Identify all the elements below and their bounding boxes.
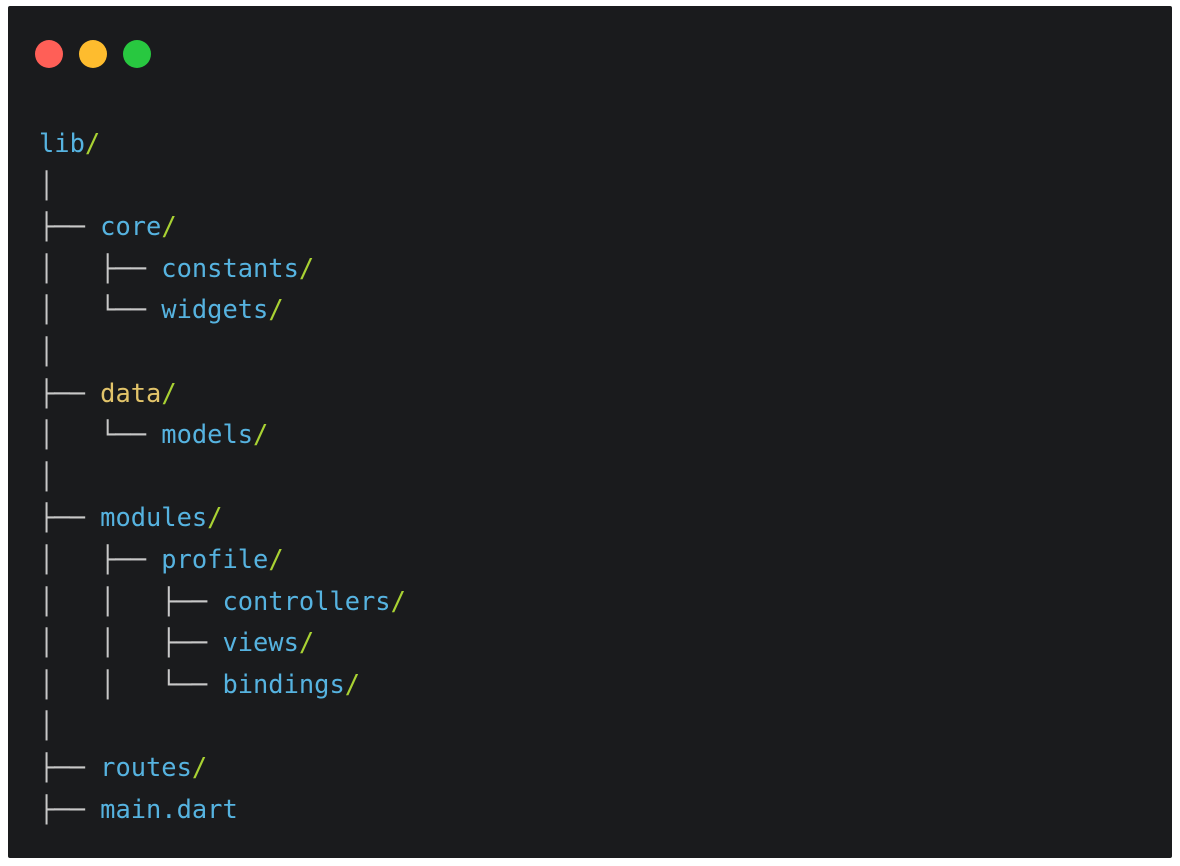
tree-guide: │ │ ├── — [39, 585, 223, 616]
path-slash: / — [191, 751, 208, 782]
tree-line: │ ├── profile/ — [39, 539, 406, 581]
tree-guide: │ — [39, 710, 55, 741]
close-dot-icon[interactable] — [35, 40, 63, 68]
tree-guide: │ └── — [39, 294, 162, 325]
tree-guide: │ └── — [39, 419, 162, 450]
tree-line: ├── data/ — [39, 373, 406, 415]
tree-line: lib/ — [39, 123, 406, 165]
tree-guide: │ ├── — [39, 252, 162, 283]
tree-line: │ — [39, 705, 406, 747]
folder-name: controllers — [222, 585, 391, 616]
folder-name: data — [100, 377, 162, 408]
tree-line: ├── main.dart — [39, 789, 406, 831]
tree-guide: │ — [39, 169, 55, 200]
folder-name: bindings — [222, 668, 345, 699]
folder-name: widgets — [161, 294, 269, 325]
path-slash: / — [207, 502, 223, 533]
path-slash: / — [298, 627, 315, 658]
tree-guide: ├── — [39, 793, 101, 824]
tree-line: │ ├── constants/ — [39, 248, 406, 290]
tree-guide: │ — [39, 460, 55, 491]
tree-line: │ — [39, 331, 406, 373]
tree-guide: │ │ └── — [39, 668, 223, 699]
file-name: main.dart — [100, 793, 238, 824]
code-snippet-window: lib/│ ├── core/│ ├── constants/│ └── widg… — [8, 6, 1172, 858]
tree-line: │ │ ├── controllers/ — [39, 581, 406, 623]
tree-line: │ — [39, 456, 406, 498]
maximize-dot-icon[interactable] — [123, 40, 151, 68]
path-slash: / — [344, 668, 361, 699]
tree-line: ├── modules/ — [39, 497, 406, 539]
tree-guide: ├── — [39, 211, 101, 242]
folder-name: profile — [161, 543, 269, 574]
tree-line: ├── core/ — [39, 206, 406, 248]
folder-name: core — [100, 211, 162, 242]
tree-guide: ├── — [39, 751, 101, 782]
folder-name: models — [161, 419, 254, 450]
tree-guide: ├── — [39, 377, 101, 408]
path-slash: / — [298, 252, 315, 283]
path-slash: / — [268, 543, 284, 574]
path-slash: / — [84, 128, 101, 158]
tree-line: ├── routes/ — [39, 747, 406, 789]
minimize-dot-icon[interactable] — [79, 40, 107, 68]
tree-guide: │ │ ├── — [39, 627, 223, 658]
tree-line: │ │ ├── views/ — [39, 622, 406, 664]
path-slash: / — [253, 419, 269, 450]
tree-line: │ └── widgets/ — [39, 289, 406, 331]
folder-name: constants — [161, 252, 299, 283]
tree-guide: ├── — [39, 502, 101, 533]
path-slash: / — [161, 211, 177, 242]
tree-guide: │ — [39, 335, 55, 366]
path-slash: / — [161, 377, 177, 408]
folder-name: routes — [100, 751, 192, 782]
path-slash: / — [268, 294, 284, 325]
file-tree: lib/│ ├── core/│ ├── constants/│ └── widg… — [39, 123, 406, 830]
path-slash: / — [390, 585, 406, 616]
tree-line: │ │ └── bindings/ — [39, 664, 406, 706]
folder-name: modules — [100, 502, 208, 533]
tree-line: │ — [39, 165, 406, 207]
tree-line: │ └── models/ — [39, 414, 406, 456]
folder-name: views — [222, 627, 299, 658]
folder-name: lib — [39, 128, 85, 158]
tree-guide: │ ├── — [39, 543, 162, 574]
window-controls — [35, 40, 151, 68]
